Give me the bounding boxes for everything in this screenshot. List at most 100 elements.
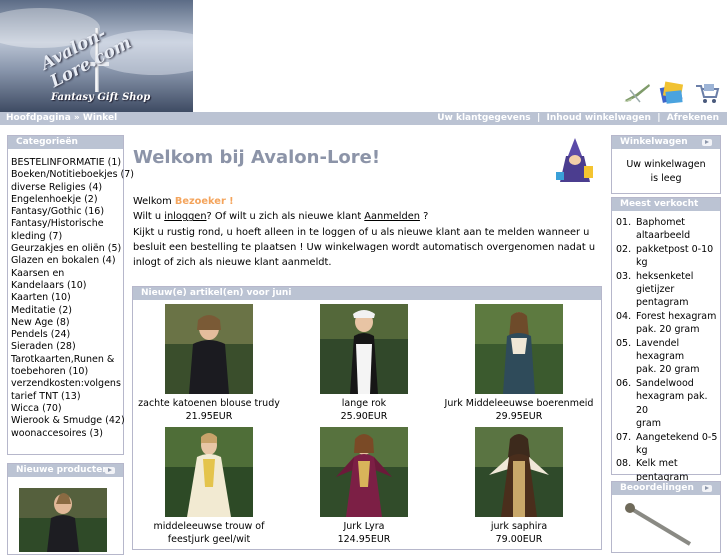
category-item[interactable]: tarief TNT (13) <box>11 391 121 403</box>
category-item[interactable]: toebehoren (10) <box>11 366 121 378</box>
bestseller-name[interactable]: pak. 20 gram <box>636 323 720 336</box>
account-link[interactable]: Uw klantgegevens <box>437 113 530 123</box>
bestseller-name[interactable]: Aangetekend 0-5 <box>636 431 720 444</box>
cart-box: Winkelwagen Uw winkelwagen is leeg <box>611 135 721 194</box>
header-links: Uw klantgegevens | Inhoud winkelwagen | … <box>437 113 719 123</box>
category-item[interactable]: Kandelaars (10) <box>11 280 121 292</box>
bestseller-item[interactable]: 02. pakketpost 0-10 kg <box>616 243 720 270</box>
product-card[interactable]: lange rok 25.90EUR <box>289 304 439 423</box>
bestseller-item[interactable]: 06. Sandelwood hexagram pak. 20 gram <box>616 377 720 431</box>
arrow-right-icon[interactable] <box>702 139 712 146</box>
category-item[interactable]: Boeken/Notitieboekjes (7) <box>11 169 134 181</box>
account-icon[interactable] <box>658 80 686 106</box>
cart-status-line: is leeg <box>650 172 682 184</box>
new-items-box: Nieuw(e) artikel(en) voor juni zachte ka… <box>132 286 602 550</box>
category-item[interactable]: Tarotkaarten,Runen & <box>11 354 121 366</box>
wizard-icon <box>556 138 593 182</box>
product-card[interactable]: Jurk Lyra 124.95EUR <box>289 427 439 546</box>
product-card[interactable]: jurk saphira 79.00EUR <box>444 427 594 546</box>
bestsellers-box: Meest verkocht 01. Baphomet altaarbeeld 02.… <box>611 197 721 536</box>
category-item[interactable]: Glazen en bokalen (4) <box>11 255 121 267</box>
bestseller-name[interactable]: pakketpost 0-10 kg <box>636 243 720 270</box>
checkout-link[interactable]: Afrekenen <box>667 113 719 123</box>
prompt-end: ? <box>423 211 429 223</box>
bestseller-item[interactable]: 07. Aangetekend 0-5 kg <box>616 431 720 458</box>
category-item[interactable]: woonaccesoires (3) <box>11 428 121 440</box>
write-icon[interactable] <box>622 80 652 106</box>
register-link[interactable]: Aanmelden <box>364 211 420 222</box>
bestseller-name[interactable]: Baphomet <box>636 216 720 229</box>
bestseller-rank: 07. <box>616 431 632 443</box>
category-item[interactable]: verzendkosten:volgens <box>11 378 121 390</box>
product-image[interactable] <box>165 304 253 394</box>
bestseller-name[interactable]: gram <box>636 417 720 430</box>
product-image[interactable] <box>475 304 563 394</box>
category-item[interactable]: Sieraden (28) <box>11 341 121 353</box>
product-card[interactable]: Jurk Middeleeuwse boerenmeid 29.95EUR <box>444 304 594 423</box>
product-image[interactable] <box>165 427 253 517</box>
category-item[interactable]: Wierook & Smudge (42) <box>11 415 125 427</box>
breadcrumb-home[interactable]: Hoofdpagina <box>6 113 71 123</box>
category-item[interactable]: Wicca (70) <box>11 403 121 415</box>
bestseller-item[interactable]: 01. Baphomet altaarbeeld <box>616 216 720 243</box>
register-prompt-text: ? Of wilt u zich als nieuwe klant <box>206 211 362 223</box>
link-separator: | <box>536 113 541 123</box>
category-item[interactable]: kleding (7) <box>11 231 121 243</box>
product-card[interactable]: middeleeuwse trouw of feestjurk geel/wit <box>134 427 284 546</box>
review-product-image[interactable] <box>620 502 710 548</box>
product-name[interactable]: middeleeuwse trouw of feestjurk geel/wit <box>134 520 284 546</box>
breadcrumb-shop[interactable]: Winkel <box>83 113 117 123</box>
bestseller-item[interactable]: 03. heksenketel gietijzer pentagram <box>616 270 720 310</box>
category-item[interactable]: diverse Religies (4) <box>11 182 121 194</box>
bestseller-name[interactable]: altaarbeeld <box>636 229 720 242</box>
product-image[interactable] <box>320 427 408 517</box>
bestseller-name[interactable]: Forest hexagram <box>636 310 720 323</box>
product-image[interactable] <box>475 427 563 517</box>
product-price: 29.95EUR <box>495 411 543 422</box>
site-logo[interactable]: Avalon-Lore.com Fantasy Gift Shop <box>0 0 193 112</box>
login-link[interactable]: inloggen <box>164 211 206 222</box>
category-item[interactable]: Engelenhoekje (2) <box>11 194 121 206</box>
bestseller-name[interactable]: Sandelwood <box>636 377 720 390</box>
new-product-image[interactable] <box>19 488 107 552</box>
arrow-right-icon[interactable] <box>702 485 712 492</box>
category-item[interactable]: Kaarten (10) <box>11 292 121 304</box>
bestseller-item[interactable]: 05. Lavendel hexagram pak. 20 gram <box>616 337 720 377</box>
visitor-label: Bezoeker ! <box>174 196 234 207</box>
product-name[interactable]: Jurk Middeleeuwse boerenmeid <box>444 397 594 410</box>
product-name[interactable]: jurk saphira <box>444 520 594 533</box>
category-item[interactable]: Pendels (24) <box>11 329 121 341</box>
cart-icon[interactable] <box>692 80 720 106</box>
product-name[interactable]: zachte katoenen blouse trudy <box>134 397 284 410</box>
category-item[interactable]: Meditatie (2) <box>11 305 121 317</box>
bestseller-item[interactable]: 04. Forest hexagram pak. 20 gram <box>616 310 720 337</box>
bestseller-name[interactable]: pak. 20 gram <box>636 363 720 376</box>
bestsellers-title: Meest verkocht <box>612 198 720 211</box>
category-list: BESTELINFORMATIE (1) Boeken/Notitieboekje… <box>8 149 134 440</box>
bestseller-name[interactable]: heksenketel gietijzer <box>636 270 720 297</box>
category-item[interactable]: New Age (8) <box>11 317 121 329</box>
category-item[interactable]: Fantasy/Historische <box>11 218 121 230</box>
bestseller-name[interactable]: pentagram <box>636 296 720 309</box>
category-item[interactable]: Kaarsen en <box>11 268 121 280</box>
welcome-line: Welkom Bezoeker ! <box>133 194 601 209</box>
new-items-title: Nieuw(e) artikel(en) voor juni <box>133 287 601 300</box>
bestseller-rank: 02. <box>616 243 632 255</box>
cart-contents-link[interactable]: Inhoud winkelwagen <box>547 113 651 123</box>
product-card[interactable]: zachte katoenen blouse trudy 21.95EUR <box>134 304 284 423</box>
reviews-box: Beoordelingen <box>611 481 721 553</box>
logo-subtitle: Fantasy Gift Shop <box>51 92 151 103</box>
category-item[interactable]: BESTELINFORMATIE (1) <box>11 157 121 169</box>
bestseller-name[interactable]: Lavendel hexagram <box>636 337 720 364</box>
category-item[interactable]: Geurzakjes en oliën (5) <box>11 243 121 255</box>
welcome-word: Welkom <box>133 196 172 207</box>
product-name[interactable]: lange rok <box>289 397 439 410</box>
product-image[interactable] <box>320 304 408 394</box>
bestseller-name[interactable]: hexagram pak. 20 <box>636 390 720 417</box>
category-item[interactable]: Fantasy/Gothic (16) <box>11 206 121 218</box>
arrow-right-icon[interactable] <box>105 467 115 474</box>
product-name[interactable]: Jurk Lyra <box>289 520 439 533</box>
breadcrumb-bar: Hoofdpagina » Winkel Uw klantgegevens | … <box>0 112 727 125</box>
login-prompt-text: Wilt u <box>133 211 162 223</box>
bestseller-name[interactable]: kg <box>636 444 720 457</box>
